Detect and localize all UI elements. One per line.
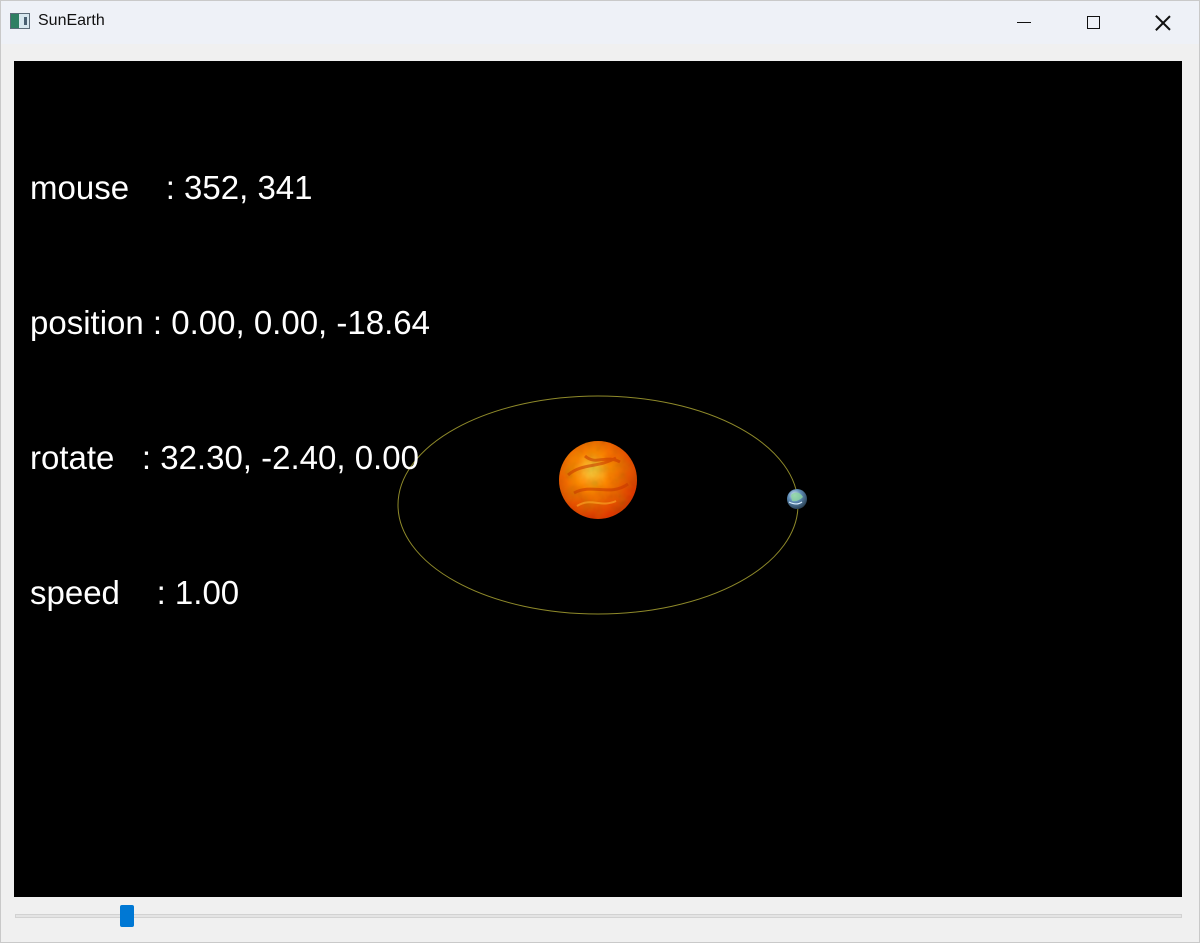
earth [787,489,807,509]
hud-rotate-readout: rotate : 32.30, -2.40, 0.00 [30,439,419,476]
speed-slider[interactable] [15,904,1182,928]
hud-speed-readout: speed : 1.00 [30,574,240,611]
slider-track[interactable] [15,914,1182,918]
maximize-icon [1086,16,1100,29]
minimize-icon [1017,22,1031,23]
hud-mouse-readout: mouse : 352, 341 [30,169,313,206]
window-title: SunEarth [38,12,105,29]
close-icon [1154,14,1172,32]
minimize-button[interactable] [1001,1,1047,44]
sunearth-window: SunEarth mouse: 352, 341 position: 0.0… [0,0,1200,943]
title-bar[interactable]: SunEarth [1,1,1199,44]
slider-thumb[interactable] [120,905,134,927]
app-window-icon [10,13,30,29]
hud-overlay: mouse : 352, 341 position : 0.00, 0.00, … [30,75,430,705]
hud-position-readout: position : 0.00, 0.00, -18.64 [30,304,430,341]
opengl-viewport[interactable]: mouse : 352, 341 position : 0.00, 0.00, … [14,61,1182,897]
sun [559,441,637,519]
maximize-button[interactable] [1070,1,1116,44]
close-button[interactable] [1140,1,1186,44]
